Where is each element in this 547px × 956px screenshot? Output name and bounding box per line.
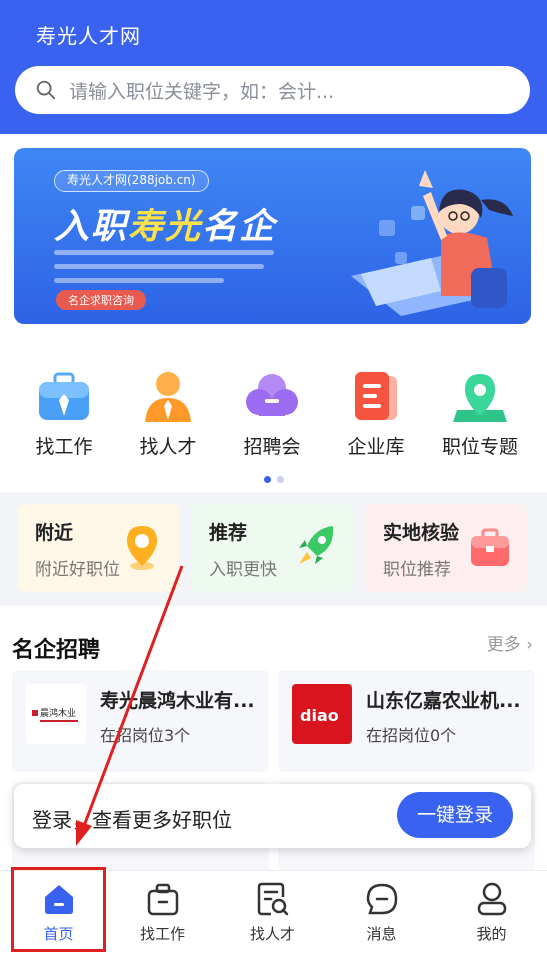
card-verified[interactable]: 实地核验 职位推荐 [365, 504, 527, 592]
search-icon [36, 80, 56, 100]
nav-find-job[interactable]: 找工作 [12, 370, 116, 459]
nav-job-topics-label: 职位专题 [441, 436, 518, 458]
nav-job-fair-label: 招聘会 [243, 436, 301, 458]
person-icon [145, 372, 191, 422]
banner-headline-c: 名企 [202, 207, 277, 247]
carousel-dots [0, 476, 547, 483]
nav-company-db-label: 企业库 [347, 436, 405, 458]
feature-cards: 附近 附近好职位 推荐 入职更快 实地核验 职位推荐 [0, 492, 547, 606]
company-card[interactable]: 晨鸿木业 寿光晨鸿木业有... 在招岗位3个 [12, 670, 269, 772]
section-title: 名企招聘 [12, 638, 101, 663]
profile-icon [477, 882, 506, 916]
banner-consult-button[interactable]: 名企求职咨询 [56, 290, 146, 310]
document-icon [355, 372, 397, 420]
nav-find-talent-label: 找人才 [139, 436, 197, 458]
nav-find-talent[interactable]: 找人才 [116, 370, 220, 459]
search-bar[interactable]: 请输入职位关键字，如：会计... [15, 66, 530, 114]
card-nearby[interactable]: 附近 附近好职位 [17, 504, 179, 592]
banner-headline-b: 寿光 [128, 207, 203, 247]
banner-illustration [351, 170, 513, 316]
one-click-login-button[interactable]: 一键登录 [397, 792, 513, 838]
company-card[interactable]: diao 山东亿嘉农业机... 在招岗位0个 [278, 670, 535, 772]
briefcase-icon [39, 372, 89, 420]
briefcase-icon [147, 883, 178, 916]
tab-find-job[interactable]: 找工作 [108, 871, 217, 956]
more-link[interactable]: 更多 › [487, 630, 533, 655]
nav-find-job-label: 找工作 [35, 436, 93, 458]
main-content: 寿光人才网(288job.cn) 入职寿光名企 名企求职咨询 找工作 找人才 招… [0, 134, 547, 872]
carousel-dot [276, 476, 284, 483]
company-logo: 晨鸿木业 [26, 684, 86, 744]
search-resume-icon [257, 882, 288, 916]
quick-nav: 找工作 找人才 招聘会 企业库 职位专题 [0, 370, 547, 460]
nav-job-fair[interactable]: 招聘会 [220, 370, 324, 459]
tab-profile-label: 我的 [476, 925, 507, 943]
nav-company-db[interactable]: 企业库 [324, 370, 428, 459]
tab-find-talent-label: 找人才 [249, 925, 295, 943]
company-logo: diao [292, 684, 352, 744]
chevron-right-icon: › [526, 635, 533, 655]
company-logo-text: 晨鸿木业 [40, 707, 76, 719]
rocket-icon [299, 526, 334, 564]
tab-messages[interactable]: 消息 [327, 871, 436, 956]
briefcase-icon [471, 528, 509, 566]
app-title: 寿光人才网 [36, 24, 141, 48]
carousel-dot-active [263, 476, 271, 483]
banner-site-label: 寿光人才网(288job.cn) [54, 170, 209, 192]
login-prompt: 登录，查看更多好职位 一键登录 [14, 784, 531, 848]
annotation-highlight-box [11, 867, 106, 952]
nav-job-topics[interactable]: 职位专题 [428, 370, 532, 459]
card-recommend[interactable]: 推荐 入职更快 [191, 504, 353, 592]
message-icon [366, 883, 397, 915]
login-prompt-text: 登录，查看更多好职位 [32, 808, 232, 832]
company-jobs: 在招岗位3个 [100, 726, 191, 745]
tab-find-job-label: 找工作 [139, 925, 185, 943]
banner-text-lines [54, 250, 284, 292]
banner-headline-a: 入职 [54, 207, 129, 247]
banner-headline: 入职寿光名企 [54, 198, 276, 249]
more-link-label: 更多 [486, 635, 521, 655]
map-pin-icon [453, 374, 507, 422]
company-name: 寿光晨鸿木业有... [100, 690, 255, 712]
tab-messages-label: 消息 [366, 925, 397, 943]
header: 寿光人才网 请输入职位关键字，如：会计... [0, 0, 547, 134]
company-jobs: 在招岗位0个 [366, 726, 457, 745]
location-pin-icon [127, 526, 157, 570]
cloud-icon [246, 374, 298, 416]
company-logo-text: diao [300, 706, 339, 725]
tab-profile[interactable]: 我的 [437, 871, 546, 956]
search-placeholder: 请输入职位关键字，如：会计... [69, 80, 335, 103]
tab-find-talent[interactable]: 找人才 [218, 871, 327, 956]
promo-banner[interactable]: 寿光人才网(288job.cn) 入职寿光名企 名企求职咨询 [14, 148, 531, 324]
company-name: 山东亿嘉农业机... [366, 690, 521, 712]
